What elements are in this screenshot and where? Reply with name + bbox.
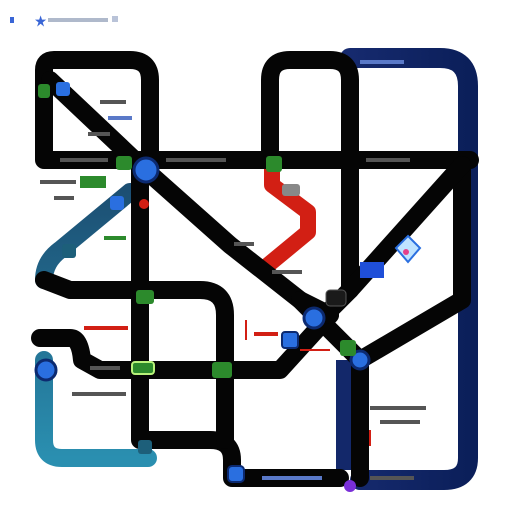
station-grey[interactable] — [282, 184, 300, 196]
legend-green-box — [80, 176, 106, 188]
station-hub[interactable] — [132, 156, 160, 184]
station-teal-mid[interactable] — [62, 244, 76, 258]
header — [10, 15, 118, 27]
station-green-3[interactable] — [266, 156, 282, 172]
star-icon — [35, 15, 47, 27]
station-green-2[interactable] — [116, 156, 132, 170]
station-center[interactable] — [302, 306, 326, 330]
transit-map — [10, 15, 479, 492]
station-purple[interactable] — [344, 480, 356, 492]
station-green-7[interactable] — [340, 340, 356, 356]
track-network — [31, 51, 479, 487]
legend-blue-box — [360, 262, 384, 278]
station-teal-bottom[interactable] — [138, 440, 152, 454]
station-bottom[interactable] — [227, 465, 245, 483]
line-red — [256, 168, 316, 277]
header-squiggle — [48, 18, 108, 22]
station-blue-sq[interactable] — [281, 331, 299, 349]
station-left[interactable] — [34, 358, 58, 382]
station-green-4[interactable] — [136, 290, 154, 304]
station-green-6[interactable] — [212, 362, 232, 378]
station-green-5[interactable] — [131, 361, 155, 375]
header-marker — [10, 17, 14, 23]
station-teal-top[interactable] — [110, 196, 124, 210]
station-nw[interactable] — [56, 82, 70, 96]
station-dark[interactable] — [325, 289, 347, 307]
header-dot — [112, 16, 118, 22]
station-green-1[interactable] — [38, 84, 50, 98]
station-red-dot[interactable] — [139, 199, 149, 209]
